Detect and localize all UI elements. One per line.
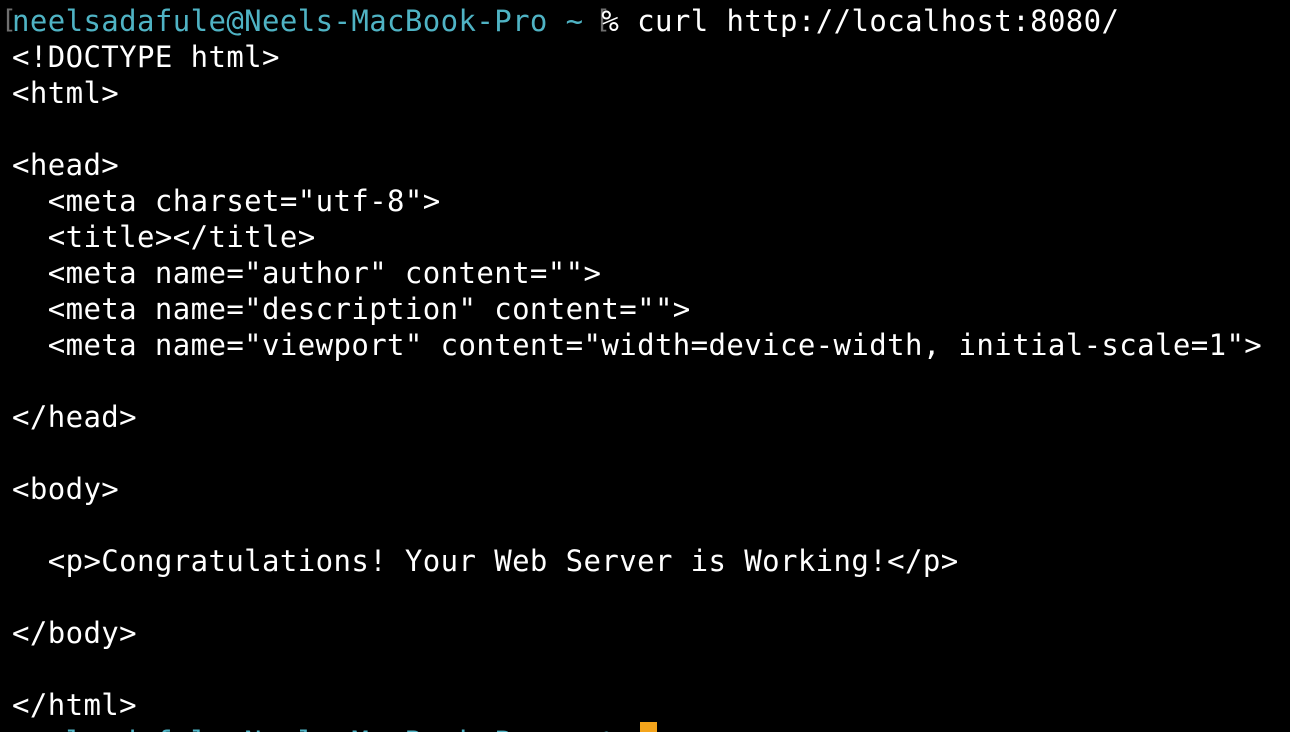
output-line: <meta name="author" content=""> xyxy=(12,256,602,290)
output-line: <meta charset="utf-8"> xyxy=(12,184,441,218)
terminal-output: neelsadafule@Neels-MacBook-Pro ~ % curl … xyxy=(12,3,1290,723)
next-prompt-line: neelsadafule@Neels-MacBook-Pro ~ % xyxy=(12,724,619,732)
output-line: <title></title> xyxy=(12,220,316,254)
output-line: <p>Congratulations! Your Web Server is W… xyxy=(12,544,959,578)
terminal-window[interactable]: [ [ neelsadafule@Neels-MacBook-Pro ~ % c… xyxy=(0,0,1290,732)
prompt-user-host: neelsadafule@Neels-MacBook-Pro xyxy=(12,4,548,38)
prompt-cwd: ~ xyxy=(565,4,584,38)
output-line: <!DOCTYPE html> xyxy=(12,40,280,74)
prompt-symbol: % xyxy=(601,4,620,38)
command-line: neelsadafule@Neels-MacBook-Pro ~ % curl … xyxy=(12,3,1290,39)
output-line: <html> xyxy=(12,76,120,110)
output-line: <head> xyxy=(12,148,120,182)
output-line: </body> xyxy=(12,616,138,650)
command-text: curl http://localhost:8080/ xyxy=(637,4,1120,38)
output-line: </head> xyxy=(12,400,138,434)
output-line: <meta name="viewport" content="width=dev… xyxy=(12,328,1263,362)
output-line: </html> xyxy=(12,688,138,722)
output-line: <body> xyxy=(12,472,120,506)
output-line: <meta name="description" content=""> xyxy=(12,292,691,326)
text-cursor[interactable] xyxy=(640,722,657,732)
